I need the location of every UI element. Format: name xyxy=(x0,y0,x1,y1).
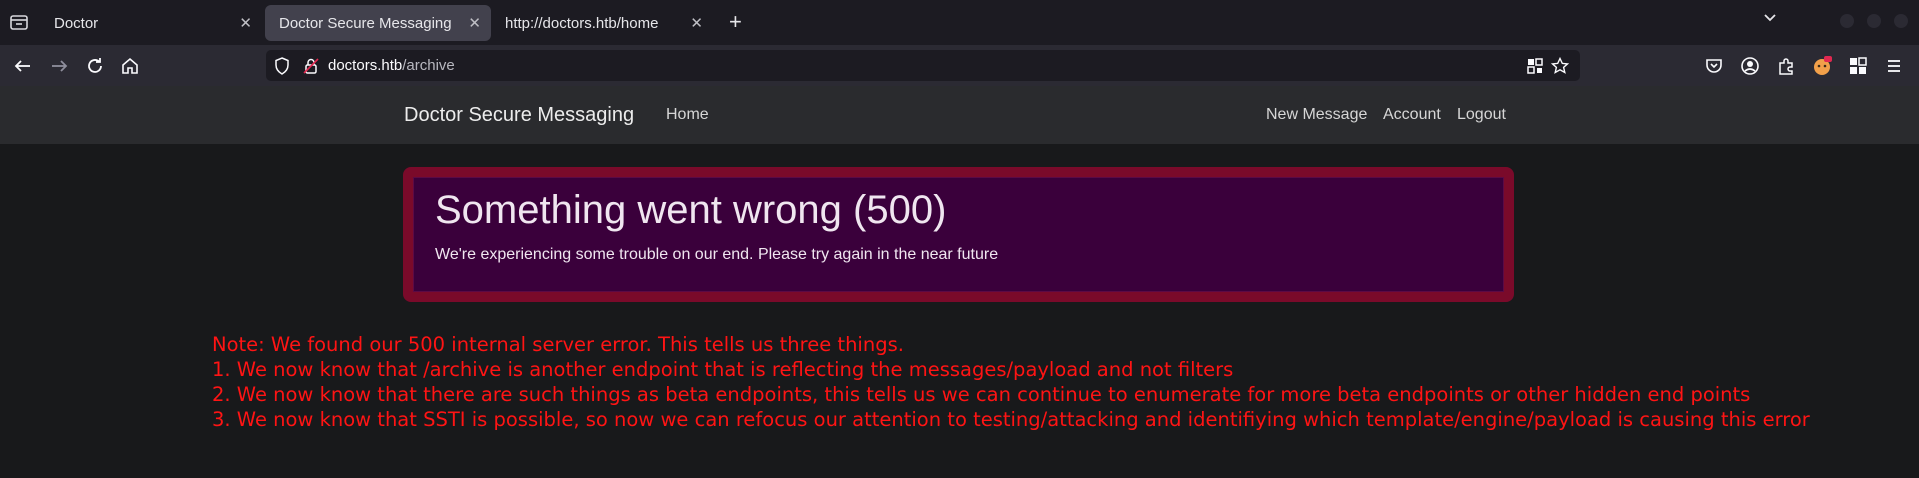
navigation-toolbar: doctors.htb/archive xyxy=(0,45,1919,86)
home-icon[interactable] xyxy=(119,55,141,77)
tab-title: http://doctors.htb/home xyxy=(505,15,659,32)
error-title: Something went wrong (500) xyxy=(435,188,947,232)
annotation-notes: Note: We found our 500 internal server e… xyxy=(212,332,1810,432)
tab-title: Doctor Secure Messaging xyxy=(279,15,452,32)
account-icon[interactable] xyxy=(1739,55,1761,77)
address-bar[interactable]: doctors.htb/archive xyxy=(266,50,1580,81)
maximize-window-button[interactable] xyxy=(1867,14,1881,28)
pocket-icon[interactable] xyxy=(1703,55,1725,77)
tracking-protection-shield-icon[interactable] xyxy=(272,56,292,76)
url-path: /archive xyxy=(402,57,455,74)
close-tab-icon[interactable]: ✕ xyxy=(690,14,703,32)
nav-link-account[interactable]: Account xyxy=(1383,106,1441,124)
page-content: Doctor Secure Messaging Home New Message… xyxy=(0,86,1919,478)
tab-list-icon[interactable] xyxy=(8,11,30,33)
close-tab-icon[interactable]: ✕ xyxy=(239,14,252,32)
forward-arrow-icon[interactable] xyxy=(48,55,70,77)
reload-icon[interactable] xyxy=(84,55,106,77)
tab-doctor-secure-messaging[interactable]: Doctor Secure Messaging ✕ xyxy=(265,5,491,41)
note-line: Note: We found our 500 internal server e… xyxy=(212,333,904,356)
site-brand[interactable]: Doctor Secure Messaging xyxy=(404,104,634,127)
url-text: doctors.htb/archive xyxy=(328,57,455,74)
close-window-button[interactable] xyxy=(1894,14,1908,28)
tab-doctors-home[interactable]: http://doctors.htb/home ✕ xyxy=(491,5,713,41)
app-menu-hamburger-icon[interactable] xyxy=(1883,55,1905,77)
error-alert: Something went wrong (500) We're experie… xyxy=(403,167,1514,302)
note-line: 2. We now know that there are such thing… xyxy=(212,383,1751,406)
tab-strip: Doctor ✕ Doctor Secure Messaging ✕ http:… xyxy=(0,0,1919,45)
list-all-tabs-chevron-icon[interactable] xyxy=(1762,10,1778,31)
nav-link-logout[interactable]: Logout xyxy=(1457,106,1506,124)
nav-link-new-message[interactable]: New Message xyxy=(1266,106,1367,124)
new-tab-button[interactable]: + xyxy=(729,9,742,35)
tab-doctor[interactable]: Doctor ✕ xyxy=(40,5,262,41)
nav-link-home[interactable]: Home xyxy=(666,106,709,124)
back-arrow-icon[interactable] xyxy=(12,55,34,77)
error-message: We're experiencing some trouble on our e… xyxy=(435,246,999,263)
extension-grid-icon[interactable] xyxy=(1847,55,1869,77)
tab-title: Doctor xyxy=(54,15,99,32)
qr-code-icon[interactable] xyxy=(1525,56,1545,76)
minimize-window-button[interactable] xyxy=(1840,14,1854,28)
site-info-lock-icon[interactable] xyxy=(301,56,321,76)
url-host: doctors.htb xyxy=(328,57,403,74)
close-tab-icon[interactable]: ✕ xyxy=(468,14,481,32)
note-line: 1. We now know that /archive is another … xyxy=(212,358,1234,381)
extensions-puzzle-icon[interactable] xyxy=(1775,55,1797,77)
error-alert-body: Something went wrong (500) We're experie… xyxy=(413,177,1504,292)
note-line: 3. We now know that SSTI is possible, so… xyxy=(212,408,1810,431)
extension-avatar-icon[interactable] xyxy=(1811,55,1833,77)
bookmark-star-icon[interactable] xyxy=(1550,56,1570,76)
site-navbar: Doctor Secure Messaging Home New Message… xyxy=(0,86,1919,144)
